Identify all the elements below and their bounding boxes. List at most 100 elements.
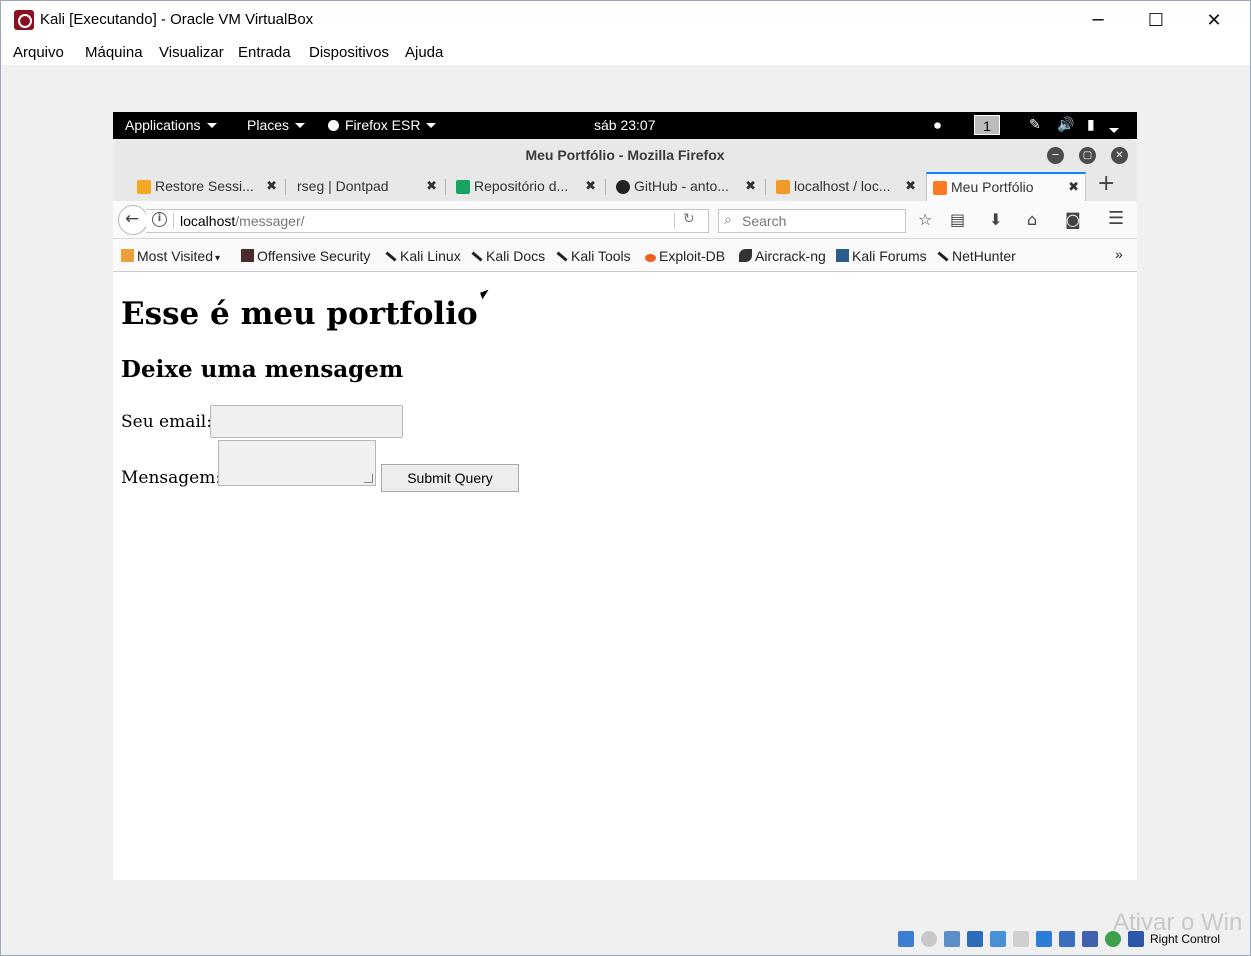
menu-maquina[interactable]: Máquina [85,44,143,61]
bookmark-aircrack-ng[interactable]: Aircrack-ng [739,248,826,264]
virtualbox-logo-icon [14,10,34,30]
bookmark-kali-tools[interactable]: Kali Tools [556,248,631,264]
bookmark-label: Kali Docs [486,248,546,264]
tab-meu-portfolio[interactable]: Meu Portfólio ✖ [926,172,1086,201]
tab-divider [605,179,606,195]
workspace-indicator[interactable]: 1 [974,115,1000,135]
close-button[interactable]: ✕ [1185,1,1243,39]
menu-entrada[interactable]: Entrada [238,44,291,61]
tab-label: GitHub - anto... [634,178,729,194]
url-bar[interactable]: i localhost/messager/ ↻ [146,209,709,233]
network-icon[interactable]: ✎ [1029,116,1041,133]
menu-arquivo[interactable]: Arquivo [13,44,64,61]
recording-icon[interactable] [1059,931,1075,947]
virtualbox-window: Kali [Executando] - Oracle VM VirtualBox… [0,0,1251,956]
kali-forums-icon [836,249,849,262]
bookmark-kali-docs[interactable]: Kali Docs [471,248,545,264]
site-info-icon[interactable]: i [152,212,167,227]
power-icon[interactable]: ▮ [1087,116,1095,133]
menu-visualizar[interactable]: Visualizar [159,44,224,61]
reload-icon[interactable]: ↻ [683,211,695,227]
shared-folders-icon[interactable] [1013,931,1029,947]
reading-list-icon[interactable]: ▤ [950,210,965,229]
tab-label: rseg | Dontpad [297,178,389,194]
video-icon[interactable]: ⏺ [934,117,941,134]
tab-github[interactable]: GitHub - anto... ✖ [610,172,762,201]
kali-dragon-icon [385,251,397,262]
places-menu[interactable]: Places [247,117,306,133]
mouse-integration-icon[interactable] [1105,931,1121,947]
keyboard-capture-icon[interactable] [1128,931,1144,947]
url-divider [173,213,174,229]
ff-close-icon[interactable]: ✕ [1111,147,1128,164]
close-tab-icon[interactable]: ✖ [905,178,916,194]
submit-button[interactable]: Submit Query [381,464,519,492]
tab-repositorio[interactable]: Repositório d... ✖ [450,172,602,201]
url-path: /messager/ [235,213,305,229]
maximize-button[interactable]: ☐ [1127,1,1185,39]
new-tab-button[interactable]: + [1097,171,1115,196]
applications-menu[interactable]: Applications [125,117,217,133]
search-input[interactable]: ⌕ Search [718,209,906,233]
bookmarks-overflow-button[interactable]: » [1115,246,1123,262]
clock[interactable]: sáb 23:07 [594,117,656,133]
firefox-window-title: Meu Portfólio - Mozilla Firefox [525,147,725,163]
page-subheading: Deixe uma mensagem [121,356,404,383]
gnome-top-bar: Applications Places Firefox ESR sáb 23:0… [113,112,1137,139]
page-content: Esse é meu portfolio Deixe uma mensagem … [113,272,1137,880]
bookmark-star-icon[interactable]: ☆ [918,210,932,229]
guest-display[interactable]: Applications Places Firefox ESR sáb 23:0… [113,112,1137,880]
firefox-navbar: ← i localhost/messager/ ↻ ⌕ Search ☆ ▤ ⬇… [113,201,1137,239]
email-field[interactable] [210,405,403,438]
close-tab-icon[interactable]: ✖ [745,178,756,194]
tab-restore-session[interactable]: Restore Sessi... ✖ [131,172,283,201]
bookmark-exploit-db[interactable]: Exploit-DB [645,248,725,264]
bookmark-label: Kali Tools [571,248,631,264]
volume-icon[interactable]: 🔊 [1057,116,1074,133]
cpu-icon[interactable] [1082,931,1098,947]
most-visited-icon [121,249,134,262]
audio-icon[interactable] [944,931,960,947]
minimize-button[interactable]: ─ [1069,1,1127,39]
message-textarea[interactable] [218,440,376,486]
bookmark-label: Aircrack-ng [755,248,826,264]
system-menu-chevron-icon[interactable] [1109,122,1119,138]
kali-dragon-icon [556,251,568,262]
tab-label: localhost / loc... [794,178,891,194]
tab-dontpad[interactable]: rseg | Dontpad ✖ [273,172,443,201]
vbox-titlebar[interactable]: Kali [Executando] - Oracle VM VirtualBox… [1,1,1250,39]
bookmark-offensive-security[interactable]: Offensive Security [241,248,370,264]
storage-icon[interactable] [898,931,914,947]
network-adapter-icon[interactable] [967,931,983,947]
bookmark-label: Kali Linux [400,248,461,264]
kali-dragon-icon [937,251,949,262]
url-host: localhost [180,213,236,229]
hamburger-menu-icon[interactable]: ☰ [1108,208,1124,229]
bookmark-kali-linux[interactable]: Kali Linux [385,248,461,264]
bookmark-label: Offensive Security [257,248,371,264]
menu-ajuda[interactable]: Ajuda [405,44,443,61]
ff-maximize-icon[interactable]: ▢ [1079,147,1096,164]
bookmark-kali-forums[interactable]: Kali Forums [836,248,927,264]
close-tab-icon[interactable]: ✖ [1068,179,1079,195]
firefox-titlebar[interactable]: Meu Portfólio - Mozilla Firefox ─ ▢ ✕ [113,139,1137,169]
menu-dispositivos[interactable]: Dispositivos [309,44,389,61]
bookmark-most-visited[interactable]: Most Visited ▾ [121,248,220,264]
tab-label: Meu Portfólio [951,179,1034,195]
downloads-icon[interactable]: ⬇ [989,210,1002,229]
home-icon[interactable]: ⌂ [1027,210,1037,229]
places-label: Places [247,117,290,133]
pocket-icon[interactable]: ◙ [1065,210,1081,229]
optical-drive-icon[interactable] [921,931,937,947]
close-tab-icon[interactable]: ✖ [426,178,437,194]
ff-minimize-icon[interactable]: ─ [1047,147,1064,164]
tab-divider [765,179,766,195]
usb-icon[interactable] [990,931,1006,947]
bookmark-nethunter[interactable]: NetHunter [937,248,1016,264]
close-tab-icon[interactable]: ✖ [585,178,596,194]
host-key-label: Right Control [1150,932,1221,946]
firefox-app-menu[interactable]: Firefox ESR [328,117,437,133]
back-button[interactable]: ← [118,205,148,235]
display-icon[interactable] [1036,931,1052,947]
tab-phpmyadmin[interactable]: localhost / loc... ✖ [770,172,922,201]
